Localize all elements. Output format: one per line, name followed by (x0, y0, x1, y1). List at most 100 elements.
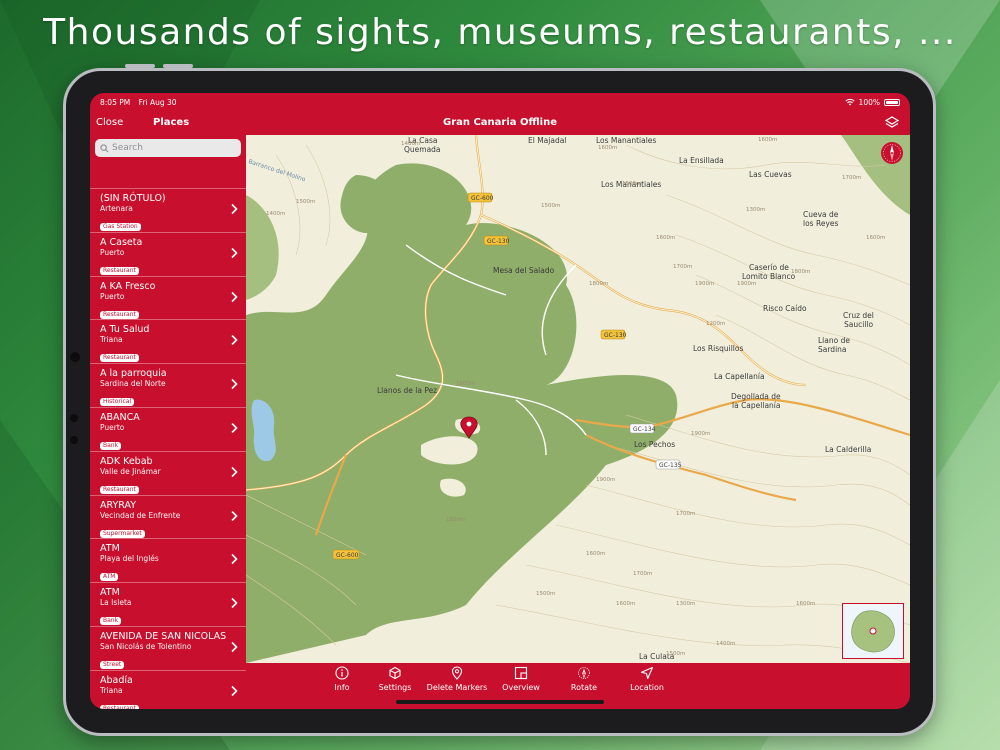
elevation-label: 1900m (695, 281, 714, 287)
forest-area (246, 163, 678, 663)
place-area: Puerto (100, 247, 125, 257)
place-list-item[interactable]: AVENIDA DE SAN NICOLAS San Nicolás de Tol… (90, 625, 246, 670)
place-name: ADK Kebab (100, 455, 153, 467)
category-badge: ATM (100, 573, 119, 582)
place-area: Puerto (100, 291, 125, 301)
location-tab[interactable]: Location (612, 666, 682, 692)
place-list-item[interactable]: ARYRAY Vecindad de Enfrente Supermarket (90, 494, 246, 539)
status-time: 8:05 PM (100, 97, 131, 107)
map-view[interactable]: La Casa Quemada El Majadal Los Manantial… (246, 135, 910, 663)
compass-icon[interactable] (880, 141, 904, 165)
place-list-item[interactable]: ATM Playa del Inglés ATM (90, 538, 246, 582)
chevron-right-icon (231, 554, 238, 565)
map-label: Cueva de (803, 210, 839, 219)
delete-markers-tab[interactable]: Delete Markers (422, 666, 492, 692)
overview-tab[interactable]: Overview (486, 666, 556, 692)
place-list-item[interactable]: ABANCA Puerto Bank (90, 406, 246, 451)
elevation-label: 1600m (866, 235, 885, 241)
tab-label: Settings (378, 683, 412, 692)
elevation-label: 1500m (622, 181, 641, 187)
chevron-right-icon (231, 422, 238, 434)
category-badge: Restaurant (100, 704, 139, 709)
elevation-label: 1700m (633, 571, 652, 577)
status-date: Fri Aug 30 (138, 97, 177, 107)
location-arrow-icon (640, 666, 654, 680)
place-list-item[interactable]: A Caseta Puerto Restaurant (90, 231, 246, 276)
category-badge: Restaurant (100, 485, 139, 494)
info-icon (335, 666, 349, 680)
elevation-label: 1900m (691, 431, 710, 437)
road-label: GC-135 (659, 462, 682, 469)
elevation-label: 1400m (401, 141, 420, 147)
settings-tab[interactable]: Settings (360, 666, 430, 692)
place-area: Triana (100, 685, 123, 695)
map-label: Barranco del Molino (247, 158, 306, 183)
place-list-item[interactable]: Abadía Triana Restaurant (90, 669, 246, 709)
place-area: Sardina del Norte (100, 379, 166, 389)
volume-button (125, 64, 155, 68)
chevron-right-icon (231, 510, 238, 521)
volume-button (163, 64, 193, 68)
status-bar: 8:05 PM Fri Aug 30 100% (90, 93, 910, 111)
settings-icon (389, 666, 401, 680)
map-label: la Capellanía (732, 401, 780, 410)
map-label: La Capellanía (714, 372, 765, 381)
elevation-label: 1300m (746, 207, 765, 213)
elevation-label: 1700m (673, 264, 692, 270)
chevron-right-icon (231, 641, 238, 653)
place-name: ARYRAY (100, 499, 137, 511)
map-label: El Majadal (528, 136, 566, 145)
place-list-item[interactable]: ADK Kebab Valle de Jinámar Restaurant (90, 450, 246, 495)
place-name: AVENIDA DE SAN NICOLAS (100, 630, 227, 642)
place-area: La Isleta (100, 598, 132, 608)
map-label: Lomito Blanco (742, 272, 796, 281)
elevation-label: 1600m (586, 551, 605, 557)
overview-minimap[interactable] (842, 603, 904, 659)
elevation-label: 1500m (666, 651, 685, 657)
elevation-label: 1600m (616, 601, 635, 607)
headline: Thousands of sights, museums, restaurant… (43, 12, 957, 53)
tab-label: Delete Markers (426, 683, 488, 692)
elevation-label: 1900m (596, 477, 615, 483)
place-list-item[interactable]: ATM La Isleta Bank (90, 582, 246, 626)
place-list-item[interactable]: A Tu Salud Triana Restaurant (90, 319, 246, 363)
place-list-item[interactable]: A la parroquia Sardina del Norte Historica… (90, 363, 246, 407)
place-name: ABANCA (100, 411, 140, 423)
place-area: Vecindad de Enfrente (100, 510, 181, 520)
place-list-item[interactable]: A KA Fresco Puerto Restaurant (90, 275, 246, 320)
elevation-label: 1500m (536, 591, 555, 597)
app-screen: 8:05 PM Fri Aug 30 100% Close Places Gra… (90, 93, 910, 709)
elevation-label: 1500m (296, 199, 315, 205)
map-canvas[interactable]: La Casa Quemada El Majadal Los Manantial… (246, 135, 910, 663)
overview-icon (514, 666, 528, 680)
rotate-tab[interactable]: Rotate (549, 666, 619, 692)
elevation-label: 1900m (737, 281, 756, 287)
category-badge: Bank (100, 441, 122, 450)
category-badge: Historical (100, 398, 135, 407)
elevation-label: 1800m (456, 381, 475, 387)
home-indicator[interactable] (396, 700, 604, 704)
battery-percent: 100% (858, 97, 880, 107)
layers-icon[interactable] (884, 115, 900, 131)
place-list-item[interactable]: (SIN RÓTULO) Artenara Gas Station (90, 188, 246, 232)
app-title: Gran Canaria Offline (442, 117, 558, 128)
tab-label: Info (334, 683, 350, 692)
place-name: A Caseta (100, 236, 143, 248)
search-input[interactable]: Search (95, 139, 241, 157)
place-name: A Tu Salud (100, 324, 150, 336)
place-name: Abadía (100, 674, 133, 686)
elevation-label: 1200m (706, 321, 725, 327)
category-badge: Bank (100, 617, 122, 626)
elevation-label: 1600m (656, 235, 675, 241)
road-label: GC-600 (471, 195, 494, 202)
place-name: (SIN RÓTULO) (100, 193, 166, 204)
map-label: Degollada de (731, 392, 781, 401)
place-name: ATM (100, 587, 120, 599)
elevation-label: 1400m (716, 641, 735, 647)
map-label: Llano de (818, 336, 850, 345)
map-label: los Reyes (803, 219, 839, 228)
tab-label: Overview (502, 683, 540, 692)
close-button[interactable]: Close (96, 117, 123, 128)
place-area: Valle de Jinámar (100, 466, 161, 476)
road-label: GC-130 (604, 332, 627, 339)
